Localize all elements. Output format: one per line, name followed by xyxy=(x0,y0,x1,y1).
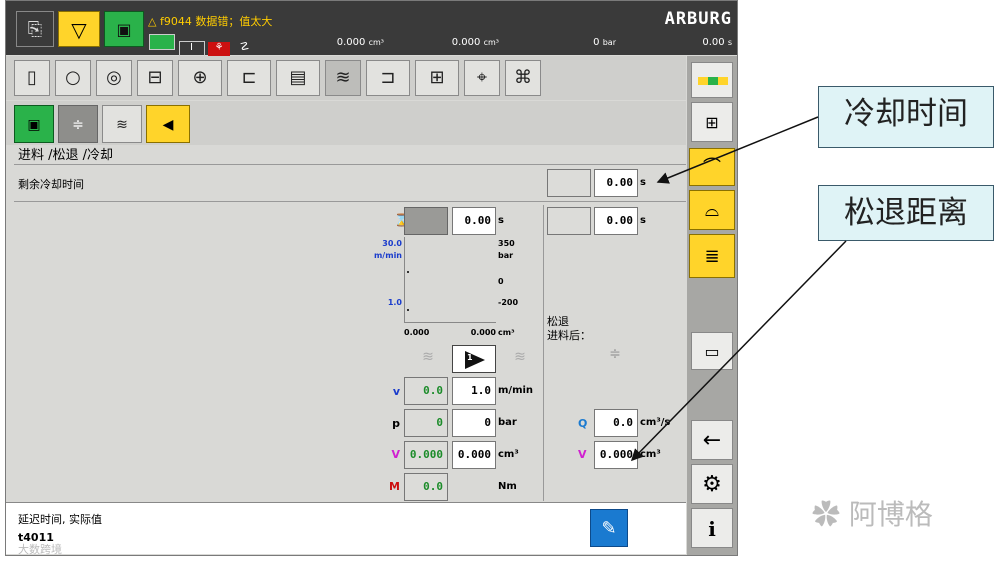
arrow-to-decomp-field xyxy=(630,240,847,462)
arrow-to-cooling-field xyxy=(656,116,819,184)
callout-arrows xyxy=(630,116,847,462)
wechat-icon: ✿ xyxy=(812,498,849,531)
watermark-right: ✿ 阿博格 xyxy=(812,498,933,531)
